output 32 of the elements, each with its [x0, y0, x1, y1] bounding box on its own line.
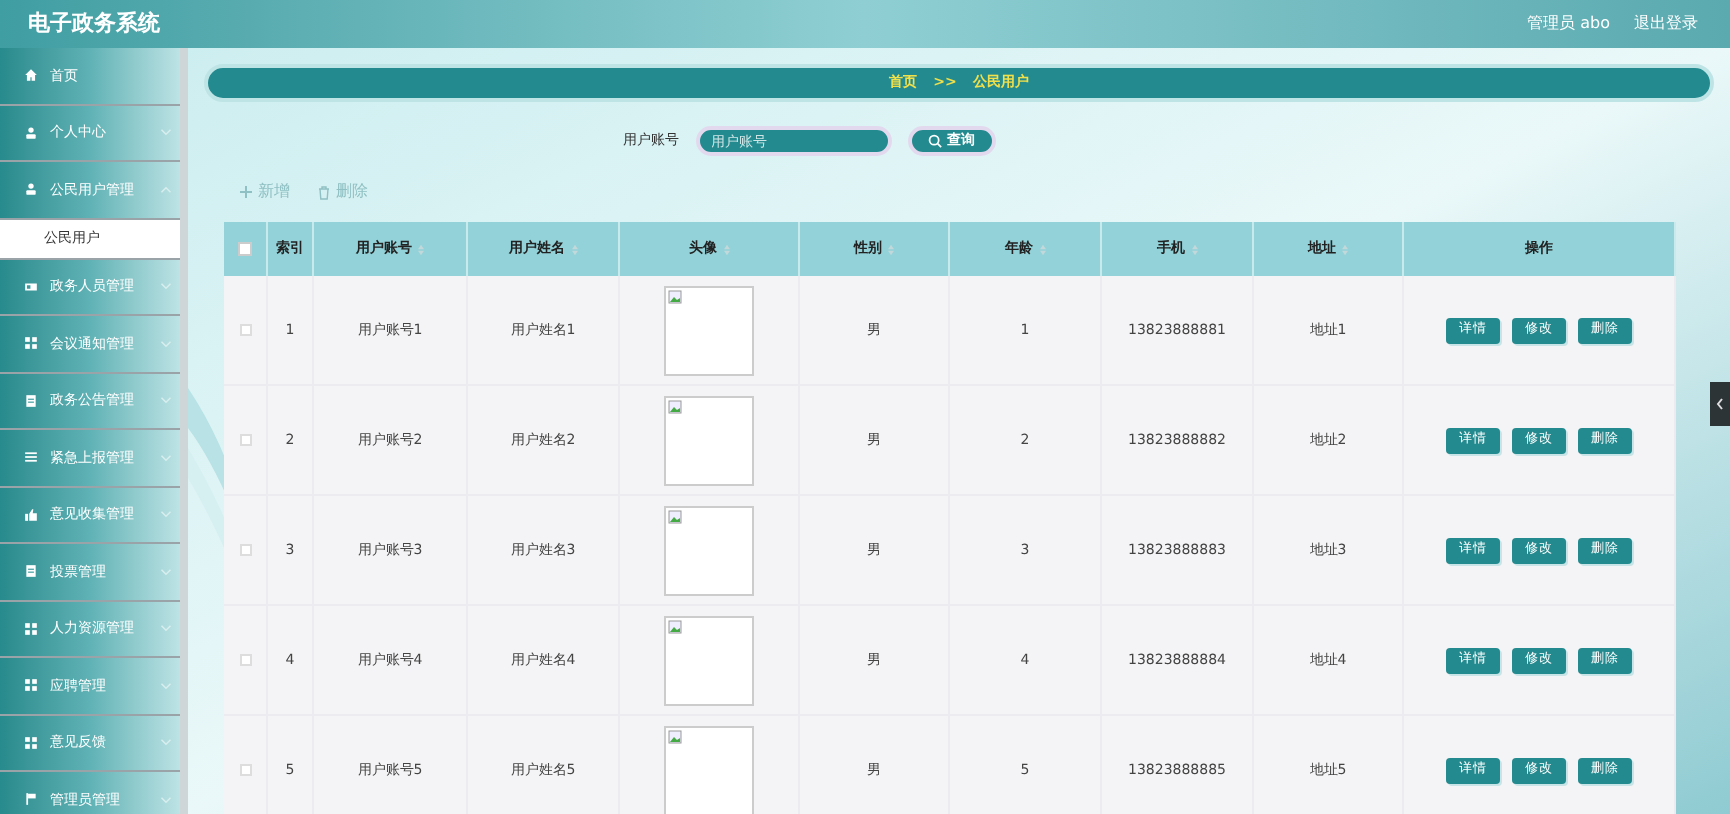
id-card-icon — [24, 279, 38, 294]
row-checkbox[interactable] — [239, 544, 251, 556]
grid-icon — [24, 621, 38, 636]
grid-icon — [24, 678, 38, 693]
list-icon — [24, 450, 38, 465]
document-icon — [24, 393, 38, 408]
broken-image-icon — [668, 509, 682, 523]
trash-icon — [318, 185, 330, 199]
home-icon — [24, 68, 38, 83]
select-all-checkbox[interactable] — [238, 242, 252, 256]
row-checkbox[interactable] — [239, 324, 251, 336]
app-title: 电子政务系统 — [28, 7, 160, 40]
flag-icon — [24, 792, 38, 807]
person-icon — [24, 182, 38, 197]
person-icon — [24, 125, 38, 140]
document-icon — [24, 564, 38, 579]
row-checkbox[interactable] — [239, 764, 251, 776]
grid-icon — [24, 336, 38, 351]
broken-image-icon — [668, 399, 682, 413]
logout-link[interactable]: 退出登录 — [1634, 12, 1698, 36]
thumbs-up-icon — [24, 507, 38, 522]
plus-icon — [240, 186, 252, 198]
row-checkbox[interactable] — [239, 654, 251, 666]
broken-image-icon — [668, 729, 682, 743]
grid-icon — [24, 735, 38, 750]
chevron-left-icon — [1716, 398, 1724, 410]
user-label: 管理员 abo — [1527, 12, 1610, 36]
broken-image-icon — [668, 289, 682, 303]
search-icon — [927, 134, 941, 148]
broken-image-icon — [668, 619, 682, 633]
row-checkbox[interactable] — [239, 434, 251, 446]
collapse-tab[interactable] — [1710, 382, 1730, 426]
